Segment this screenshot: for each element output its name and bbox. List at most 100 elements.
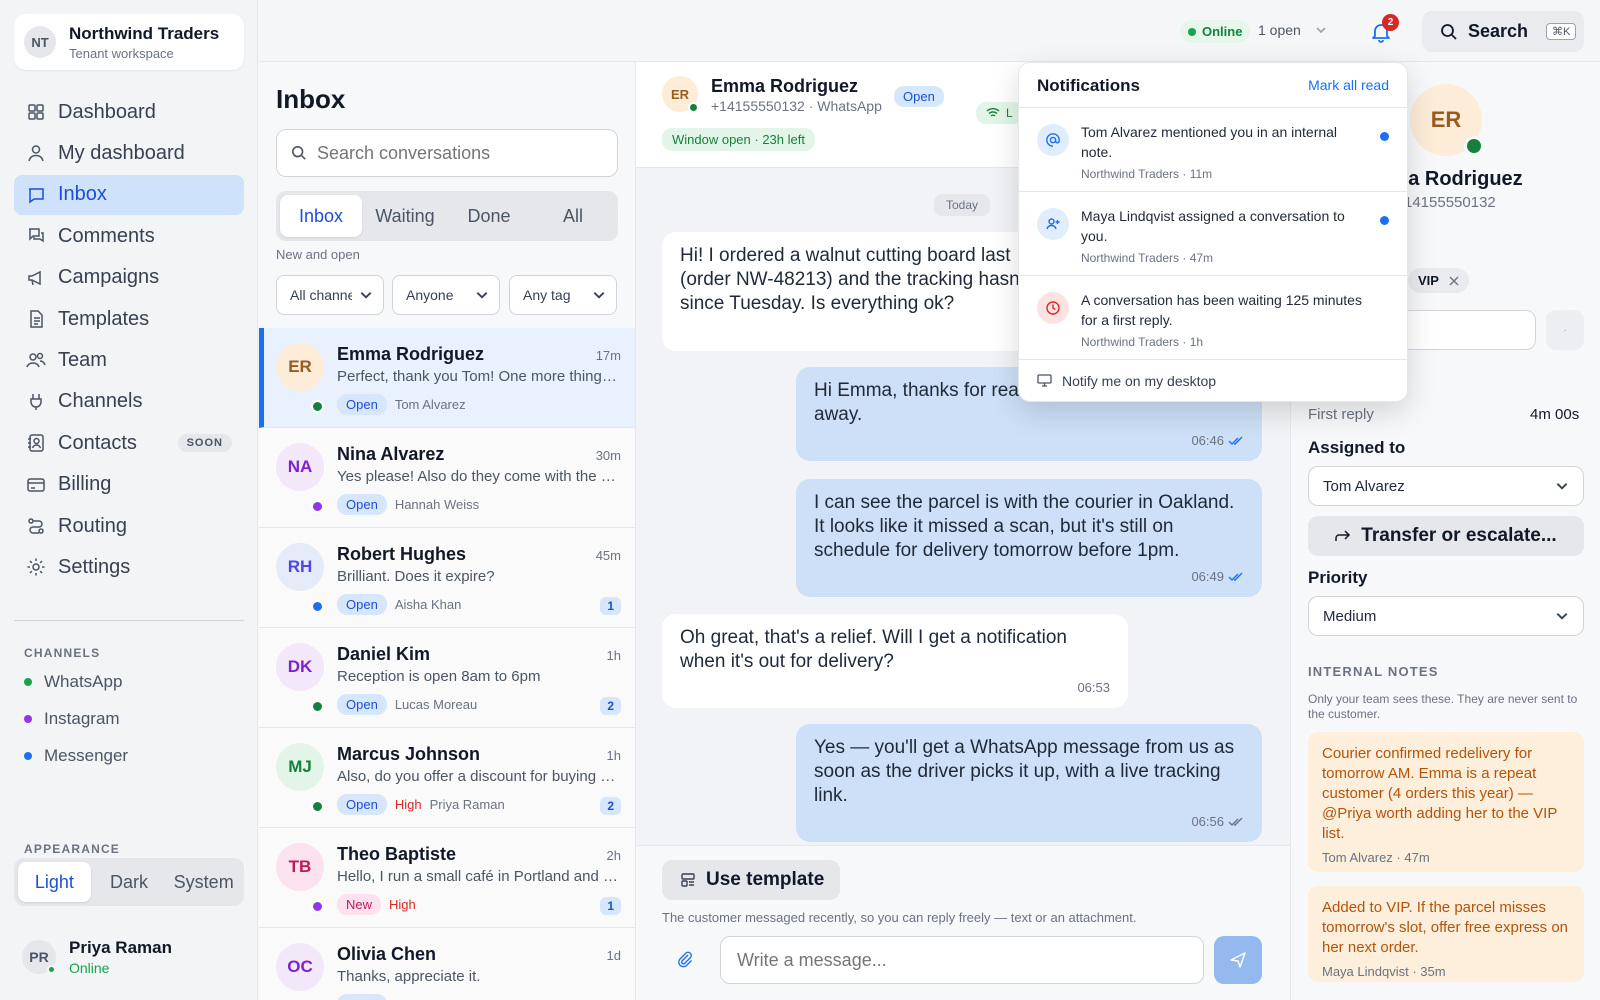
channel-whatsapp[interactable]: WhatsApp [24,672,122,692]
user-avatar[interactable]: PR [22,940,56,974]
sidebar-item-templates[interactable]: Templates [14,299,244,339]
first-reply-value: 4m 00s [1530,406,1580,423]
assignee-value: Tom Alvarez [1323,477,1405,495]
vip-tag-label: VIP [1418,273,1439,288]
assignee-select[interactable]: Tom Alvarez [1308,466,1584,506]
tab-waiting[interactable]: Waiting [364,195,446,237]
use-template-label: Use template [706,869,825,890]
workspace-switcher[interactable]: NT Northwind Traders Tenant workspace [14,14,244,70]
sidebar-item-comments[interactable]: Comments [14,216,244,256]
search-label: Search [1468,21,1529,41]
conversation-preview: Yes please! Also do they come with the … [337,468,616,485]
appearance-system[interactable]: System [167,862,240,902]
transfer-button[interactable]: Transfer or escalate... [1308,516,1584,556]
presence-pill[interactable]: Online [1180,20,1251,43]
mark-all-read-link[interactable]: Mark all read [1308,77,1389,93]
sidebar-item-dashboard[interactable]: Dashboard [14,92,244,132]
sidebar-item-channels[interactable]: Channels [14,382,244,422]
internal-notes-title: INTERNAL NOTES [1308,664,1439,679]
sidebar-item-inbox[interactable]: Inbox [14,174,244,215]
priority-select[interactable]: Medium [1308,596,1584,636]
notification-text: Tom Alvarez mentioned you in an internal… [1081,124,1338,160]
details-initials: ER [1430,107,1462,132]
clock-icon [1046,301,1060,315]
document-icon [30,310,43,328]
notifications-button[interactable]: 2 [1366,14,1399,46]
chevron-down-icon [360,292,372,299]
notification-item[interactable]: A conversation has been waiting 125 minu… [1019,275,1407,359]
add-tag-input[interactable] [1400,310,1536,350]
tab-all[interactable]: All [532,195,614,237]
tab-done[interactable]: Done [448,195,530,237]
assignee-label: Hannah Weiss [394,497,480,512]
message-out: I can see the parcel is with the courier… [796,479,1262,597]
tag-filter[interactable]: Any tag [509,275,617,315]
send-button[interactable] [1214,936,1262,984]
presence-label: Online [1202,24,1243,39]
user-status: Online [69,960,110,976]
conversation-item[interactable]: ER Emma Rodriguez 17m Perfect, thank you To… [259,328,635,428]
priority-value: Medium [1323,607,1377,625]
sidebar-item-label: Inbox [58,183,107,206]
contact-subtitle: +14155550132 · WhatsApp [711,98,882,114]
sidebar-item-contacts[interactable]: Contacts SOON [14,423,244,463]
assignee-label: Tom Alvarez [394,397,466,412]
conversation-item[interactable]: RH Robert Hughes 45m Brilliant. Does it exp… [259,528,635,628]
channel-label: Messenger [44,746,129,765]
global-search-button[interactable]: Search ⌘K [1422,11,1584,52]
message-time-text: 06:49 [1191,569,1224,584]
conversation-item[interactable]: OC Olivia Chen 1d Thanks, appreciate it. Ope… [259,928,635,1000]
message-time: 06:49 [1191,565,1244,589]
notification-count-badge: 2 [1382,14,1399,31]
conversation-time: 45m [595,548,621,563]
conversation-item[interactable]: TB Theo Baptiste 2h Hello, I run a small ca… [259,828,635,928]
avatar-initials: ER [288,357,312,376]
appearance-toggle: Light Dark System [14,858,244,906]
conversation-time: 1h [606,648,621,663]
notification-item[interactable]: Tom Alvarez mentioned you in an internal… [1019,107,1407,191]
open-count-dropdown[interactable]: 1 open [1258,22,1327,38]
notification-item[interactable]: Maya Lindqvist assigned a conversation t… [1019,191,1407,275]
conversation-status-badge[interactable]: Open [894,86,944,107]
status-badge: Open [337,594,387,615]
assigned-label: Assigned to [1308,438,1406,457]
conversation-avatar: ER [276,343,324,391]
conversation-item[interactable]: NA Nina Alvarez 30m Yes please! Also do the… [259,428,635,528]
attach-button[interactable] [676,950,694,973]
close-icon[interactable] [1449,276,1459,286]
conversation-search-input[interactable] [317,142,597,164]
contact-avatar[interactable]: ER [662,76,699,113]
add-tag-button[interactable]: · [1546,310,1584,350]
plug-icon [30,393,42,410]
conversation-search[interactable] [276,129,618,177]
first-reply-label: First reply [1308,406,1374,423]
channel-messenger[interactable]: Messenger [24,746,128,766]
conversation-meta: OpenTom N [337,994,432,1000]
avatar-initials: MJ [288,757,312,776]
message-time-text: 06:46 [1191,433,1224,448]
priority-label: High [389,897,416,912]
message-input[interactable] [737,949,1177,971]
sidebar-item-settings[interactable]: Settings [14,547,244,587]
use-template-button[interactable]: Use template [662,860,840,900]
desktop-notify-toggle[interactable]: Notify me on my desktop [1019,359,1407,401]
appearance-light[interactable]: Light [18,862,91,902]
notification-meta: Northwind Traders · 47m [1081,251,1214,265]
message-field[interactable] [720,936,1204,984]
sidebar-item-routing[interactable]: Routing [14,506,244,546]
conversation-item[interactable]: DK Daniel Kim 1h Reception is open 8am to 6… [259,628,635,728]
tab-inbox[interactable]: Inbox [280,195,362,237]
channel-filter[interactable]: All channels [276,275,384,315]
note-author: Tom Alvarez · 47m [1322,850,1430,865]
grid-icon [28,104,44,120]
sidebar-item-my-dashboard[interactable]: My dashboard [14,133,244,173]
sidebar-item-team[interactable]: Team [14,340,244,380]
tag-filter-label: Any tag [523,287,571,303]
appearance-dark[interactable]: Dark [93,862,166,902]
channel-instagram[interactable]: Instagram [24,709,120,729]
double-check-icon [1228,817,1243,826]
sidebar-item-campaigns[interactable]: Campaigns [14,258,244,298]
assignee-filter[interactable]: Anyone [392,275,500,315]
sidebar-item-billing[interactable]: Billing [14,465,244,505]
conversation-item[interactable]: MJ Marcus Johnson 1h Also, do you offer a d… [259,728,635,828]
